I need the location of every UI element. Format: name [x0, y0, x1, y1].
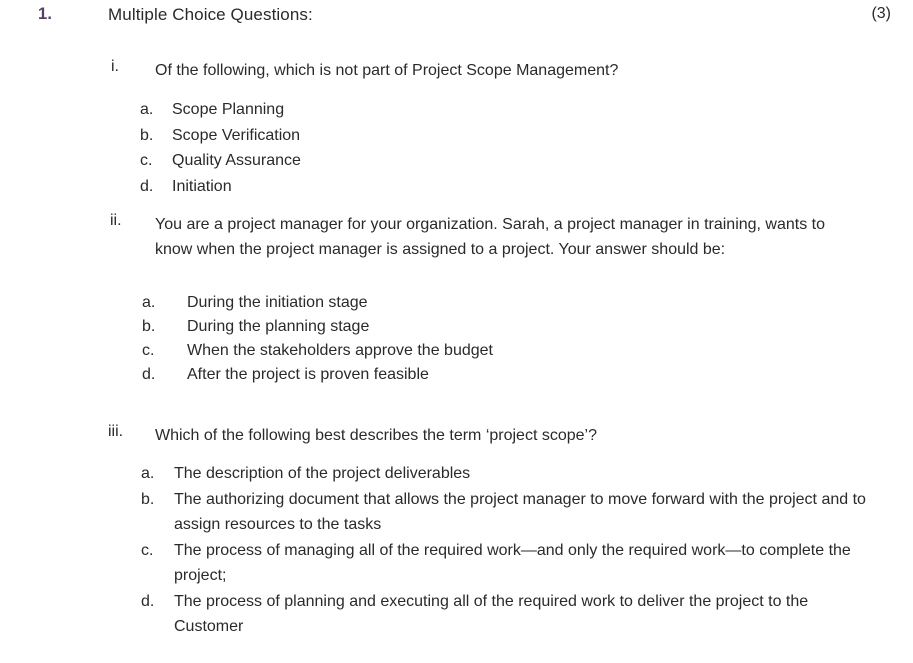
list-item[interactable]: d. After the project is proven feasible — [142, 363, 782, 387]
option-letter: b. — [142, 318, 156, 335]
option-text: The authorizing document that allows the… — [174, 490, 866, 534]
list-item[interactable]: c. When the stakeholders approve the bud… — [142, 339, 782, 363]
option-list-i: a. Scope Planning b. Scope Verification … — [140, 97, 740, 199]
list-item[interactable]: d. Initiation — [140, 174, 740, 200]
option-letter: b. — [141, 490, 155, 508]
list-item[interactable]: a. Scope Planning — [140, 97, 740, 123]
question-header: 1. Multiple Choice Questions: (3) — [0, 5, 913, 33]
option-text: When the stakeholders approve the budget — [187, 342, 493, 359]
sub-question-marker: ii. — [110, 212, 122, 229]
question-number: 1. — [38, 5, 53, 23]
option-letter: d. — [141, 592, 155, 610]
list-item[interactable]: b. During the planning stage — [142, 315, 782, 339]
option-text: The process of managing all of the requi… — [174, 541, 851, 585]
option-text: Quality Assurance — [172, 152, 301, 169]
sub-question-marker: i. — [111, 58, 119, 75]
sub-question-marker: iii. — [108, 423, 124, 440]
list-item[interactable]: b. The authorizing document that allows … — [141, 487, 881, 538]
list-item[interactable]: a. The description of the project delive… — [141, 461, 881, 487]
document-page: 1. Multiple Choice Questions: (3) i. Of … — [0, 0, 913, 663]
option-text: The description of the project deliverab… — [174, 465, 471, 482]
option-text: Scope Planning — [172, 101, 285, 118]
sub-question-stem: Which of the following best describes th… — [155, 427, 597, 444]
option-list-iii: a. The description of the project delive… — [141, 461, 881, 640]
list-item[interactable]: d. The process of planning and executing… — [141, 589, 881, 640]
page-title: Multiple Choice Questions: — [108, 5, 313, 24]
option-text: The process of planning and executing al… — [174, 592, 809, 636]
sub-question-stem: You are a project manager for your organ… — [155, 216, 826, 258]
option-letter: a. — [141, 465, 155, 482]
question-marks: (3) — [871, 5, 891, 22]
option-text: During the initiation stage — [187, 294, 368, 311]
option-letter: d. — [140, 177, 154, 195]
option-list-ii: a. During the initiation stage b. During… — [142, 291, 782, 387]
option-letter: c. — [142, 342, 155, 359]
option-text: After the project is proven feasible — [187, 366, 429, 383]
option-text: During the planning stage — [187, 318, 370, 335]
option-letter: a. — [140, 101, 154, 118]
option-letter: d. — [142, 366, 156, 383]
option-letter: c. — [141, 541, 154, 559]
sub-question-stem: Of the following, which is not part of P… — [155, 62, 619, 79]
list-item[interactable]: c. The process of managing all of the re… — [141, 538, 881, 589]
option-letter: b. — [140, 126, 154, 144]
option-letter: a. — [142, 294, 156, 311]
list-item[interactable]: c. Quality Assurance — [140, 148, 740, 174]
option-letter: c. — [140, 152, 153, 169]
list-item[interactable]: a. During the initiation stage — [142, 291, 782, 315]
option-text: Scope Verification — [172, 126, 301, 144]
option-text: Initiation — [172, 177, 232, 195]
list-item[interactable]: b. Scope Verification — [140, 123, 740, 149]
